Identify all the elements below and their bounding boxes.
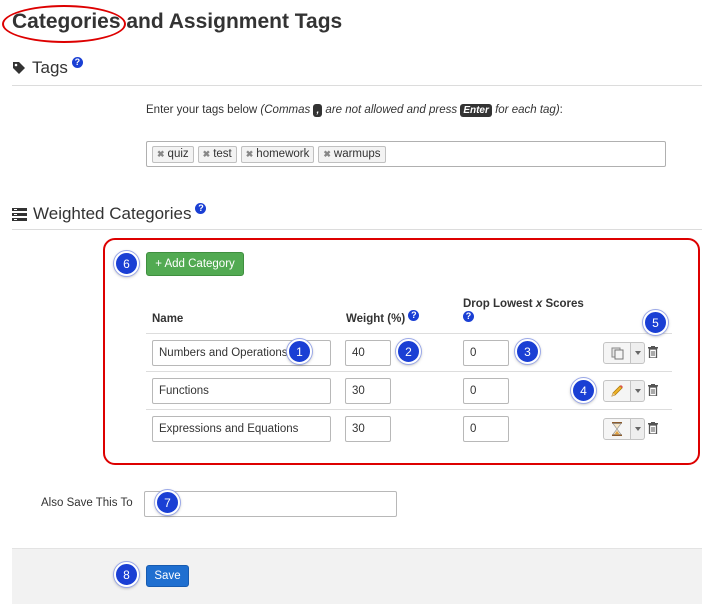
callout-badge: 4 bbox=[571, 378, 596, 403]
tags-instruction-c: for each tag) bbox=[491, 104, 560, 116]
category-drop-input[interactable] bbox=[463, 378, 509, 404]
chevron-down-icon bbox=[634, 389, 641, 393]
tags-heading-label: Tags bbox=[32, 58, 68, 77]
chevron-down-icon bbox=[634, 351, 641, 355]
tag-icon bbox=[13, 62, 25, 74]
edit-category-button[interactable] bbox=[603, 380, 631, 402]
remove-tag-icon[interactable]: ✖ bbox=[157, 149, 165, 160]
category-weight-input[interactable] bbox=[345, 340, 391, 366]
trash-icon[interactable] bbox=[648, 422, 658, 434]
callout-badge: 1 bbox=[287, 339, 312, 364]
category-menu-dropdown[interactable] bbox=[631, 418, 645, 440]
table-header-divider bbox=[146, 333, 672, 334]
hourglass-icon bbox=[612, 422, 622, 436]
tag-label: homework bbox=[256, 148, 310, 160]
trash-icon[interactable] bbox=[648, 384, 658, 396]
tags-instruction-start: Enter your tags below bbox=[146, 104, 261, 116]
tags-instruction-a: (Commas bbox=[260, 104, 314, 116]
tag-chip[interactable]: ✖ homework bbox=[240, 145, 315, 163]
add-category-button[interactable]: + Add Category bbox=[146, 252, 244, 276]
categories-divider bbox=[12, 229, 702, 230]
category-drop-input[interactable] bbox=[463, 340, 509, 366]
callout-badge: 2 bbox=[396, 339, 421, 364]
callout-badge: 8 bbox=[114, 562, 139, 587]
category-weight-input[interactable] bbox=[345, 378, 391, 404]
tags-instruction-end: : bbox=[559, 104, 563, 116]
also-save-input[interactable] bbox=[144, 491, 397, 517]
pencil-icon bbox=[611, 385, 623, 397]
categories-heading-label: Weighted Categories bbox=[33, 204, 192, 223]
tag-label: test bbox=[213, 148, 232, 160]
category-drop-input[interactable] bbox=[463, 416, 509, 442]
tags-instruction: Enter your tags below (Commas , are not … bbox=[146, 104, 563, 117]
tag-label: quiz bbox=[167, 148, 189, 160]
save-button[interactable]: Save bbox=[146, 565, 189, 587]
category-weight-input[interactable] bbox=[345, 416, 391, 442]
drop-column-header: Drop Lowest x Scores bbox=[463, 298, 584, 310]
callout-badge: 5 bbox=[643, 310, 668, 335]
remove-tag-icon[interactable]: ✖ bbox=[203, 149, 211, 160]
copy-icon bbox=[611, 347, 623, 359]
drop-column-label-b: Scores bbox=[542, 298, 584, 310]
callout-badge: 3 bbox=[515, 339, 540, 364]
tags-instruction-b: are not allowed and press bbox=[322, 104, 461, 116]
weight-column-label: Weight (%) bbox=[346, 313, 406, 325]
enter-key: Enter bbox=[460, 104, 492, 117]
drop-help-icon[interactable]: ? bbox=[463, 311, 474, 322]
tags-input[interactable]: ✖ quiz ✖ test ✖ homework ✖ warmups bbox=[146, 141, 666, 167]
tags-heading: Tags ? bbox=[12, 56, 83, 78]
tag-chip[interactable]: ✖ warmups bbox=[318, 145, 386, 163]
callout-badge: 6 bbox=[114, 251, 139, 276]
categories-help-icon[interactable]: ? bbox=[195, 202, 207, 214]
copy-category-button[interactable] bbox=[603, 342, 631, 364]
table-row-divider bbox=[146, 409, 672, 410]
category-name-input[interactable] bbox=[152, 378, 331, 404]
weight-column-header: Weight (%) ? bbox=[346, 310, 420, 325]
category-name-input[interactable] bbox=[152, 416, 331, 442]
pending-category-button[interactable] bbox=[603, 418, 631, 440]
tags-divider bbox=[12, 85, 702, 86]
tag-chip[interactable]: ✖ quiz bbox=[152, 145, 194, 163]
name-column-header: Name bbox=[152, 313, 184, 325]
weight-help-icon[interactable]: ? bbox=[408, 310, 420, 321]
list-icon bbox=[12, 207, 27, 221]
drop-column-label-a: Drop Lowest bbox=[463, 298, 536, 310]
category-menu-dropdown[interactable] bbox=[631, 342, 645, 364]
tag-chip[interactable]: ✖ test bbox=[197, 145, 237, 163]
chevron-down-icon bbox=[634, 427, 641, 431]
remove-tag-icon[interactable]: ✖ bbox=[323, 149, 331, 160]
comma-key: , bbox=[313, 104, 323, 117]
trash-icon[interactable] bbox=[648, 346, 658, 358]
tags-help-icon[interactable]: ? bbox=[71, 56, 83, 68]
title-highlight-ring bbox=[2, 5, 126, 43]
remove-tag-icon[interactable]: ✖ bbox=[246, 149, 254, 160]
table-row-divider bbox=[146, 371, 672, 372]
categories-heading: Weighted Categories ? bbox=[12, 202, 207, 224]
category-menu-dropdown[interactable] bbox=[631, 380, 645, 402]
tag-label: warmups bbox=[333, 148, 381, 160]
also-save-label: Also Save This To bbox=[41, 497, 133, 509]
callout-badge: 7 bbox=[155, 490, 180, 515]
